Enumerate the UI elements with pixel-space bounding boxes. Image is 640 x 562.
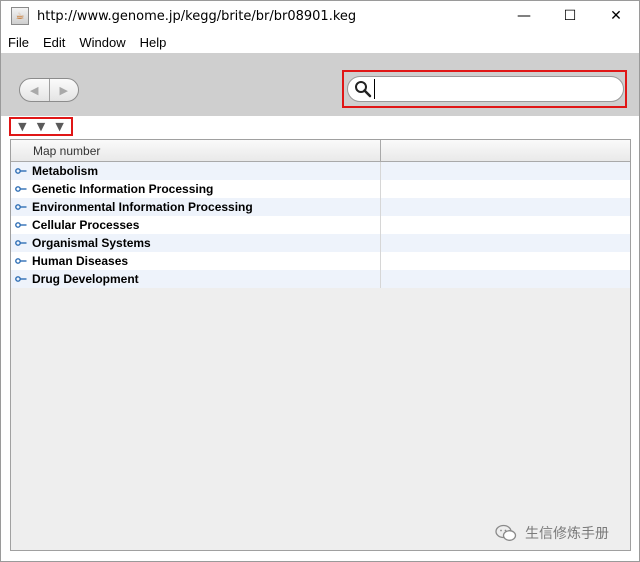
- title-bar: ☕ http://www.genome.jp/kegg/brite/br/br0…: [1, 1, 639, 31]
- table-row[interactable]: Human Diseases: [11, 252, 630, 270]
- hierarchy-table: Map number Metabolism Genetic Informatio…: [10, 139, 631, 551]
- tree-node-key-icon[interactable]: [15, 220, 27, 230]
- search-icon: [355, 81, 372, 98]
- table-row[interactable]: Metabolism: [11, 162, 630, 180]
- row-value-cell: [381, 198, 630, 216]
- menu-file[interactable]: File: [1, 35, 36, 50]
- menu-help[interactable]: Help: [133, 35, 174, 50]
- row-value-cell: [381, 234, 630, 252]
- row-name-cell: Drug Development: [11, 270, 381, 288]
- menu-edit[interactable]: Edit: [36, 35, 72, 50]
- minimize-button[interactable]: —: [501, 1, 547, 31]
- row-name-cell: Organismal Systems: [11, 234, 381, 252]
- row-name-cell: Cellular Processes: [11, 216, 381, 234]
- row-name-cell: Human Diseases: [11, 252, 381, 270]
- menu-bar: File Edit Window Help: [1, 31, 639, 53]
- window-controls: — ☐ ✕: [501, 1, 639, 31]
- table-row[interactable]: Cellular Processes: [11, 216, 630, 234]
- table-row[interactable]: Environmental Information Processing: [11, 198, 630, 216]
- table-body: Metabolism Genetic Information Processin…: [11, 162, 630, 288]
- row-name-cell: Environmental Information Processing: [11, 198, 381, 216]
- row-label-drug-development: Drug Development: [32, 272, 139, 286]
- column-header-description[interactable]: [381, 140, 630, 161]
- tree-controls-bar: ▼ ▼ ▼: [1, 116, 639, 138]
- expand-controls-highlight: ▼ ▼ ▼: [9, 117, 73, 136]
- row-label-human-diseases: Human Diseases: [32, 254, 129, 268]
- row-name-cell: Metabolism: [11, 162, 381, 180]
- watermark: 生信修炼手册: [495, 523, 609, 543]
- table-header: Map number: [11, 140, 630, 162]
- tree-node-key-icon[interactable]: [15, 256, 27, 266]
- watermark-text: 生信修炼手册: [525, 526, 609, 542]
- table-row[interactable]: Organismal Systems: [11, 234, 630, 252]
- tree-node-key-icon[interactable]: [15, 202, 27, 212]
- column-header-map-number[interactable]: Map number: [11, 140, 381, 161]
- row-value-cell: [381, 216, 630, 234]
- row-label-organismal-systems: Organismal Systems: [32, 236, 151, 250]
- row-label-metabolism: Metabolism: [32, 164, 99, 178]
- navigation-buttons: ◀ ▶: [19, 78, 79, 102]
- browser-window: ☕ http://www.genome.jp/kegg/brite/br/br0…: [0, 0, 640, 562]
- expand-level-1-icon[interactable]: ▼: [18, 121, 26, 132]
- tree-node-key-icon[interactable]: [15, 166, 27, 176]
- close-button[interactable]: ✕: [593, 1, 639, 31]
- expand-level-2-icon[interactable]: ▼: [37, 121, 45, 132]
- wechat-icon: [495, 524, 517, 541]
- row-value-cell: [381, 270, 630, 288]
- row-value-cell: [381, 162, 630, 180]
- window-title: http://www.genome.jp/kegg/brite/br/br089…: [37, 8, 357, 24]
- toolbar: ◀ ▶: [1, 53, 639, 116]
- back-button[interactable]: ◀: [20, 79, 49, 101]
- forward-button[interactable]: ▶: [48, 79, 79, 101]
- row-value-cell: [381, 252, 630, 270]
- maximize-button[interactable]: ☐: [547, 1, 593, 31]
- tree-node-key-icon[interactable]: [15, 238, 27, 248]
- row-value-cell: [381, 180, 630, 198]
- tree-node-key-icon[interactable]: [15, 274, 27, 284]
- menu-window[interactable]: Window: [72, 35, 132, 50]
- row-label-genetic-information-processing: Genetic Information Processing: [32, 182, 214, 196]
- row-label-environmental-information-processing: Environmental Information Processing: [32, 200, 253, 214]
- tree-node-key-icon[interactable]: [15, 184, 27, 194]
- table-row[interactable]: Genetic Information Processing: [11, 180, 630, 198]
- search-field[interactable]: [347, 76, 624, 102]
- expand-level-3-icon[interactable]: ▼: [55, 121, 63, 132]
- row-label-cellular-processes: Cellular Processes: [32, 218, 140, 232]
- table-row[interactable]: Drug Development: [11, 270, 630, 288]
- row-name-cell: Genetic Information Processing: [11, 180, 381, 198]
- java-app-icon: ☕: [11, 7, 29, 25]
- search-input[interactable]: [374, 79, 607, 99]
